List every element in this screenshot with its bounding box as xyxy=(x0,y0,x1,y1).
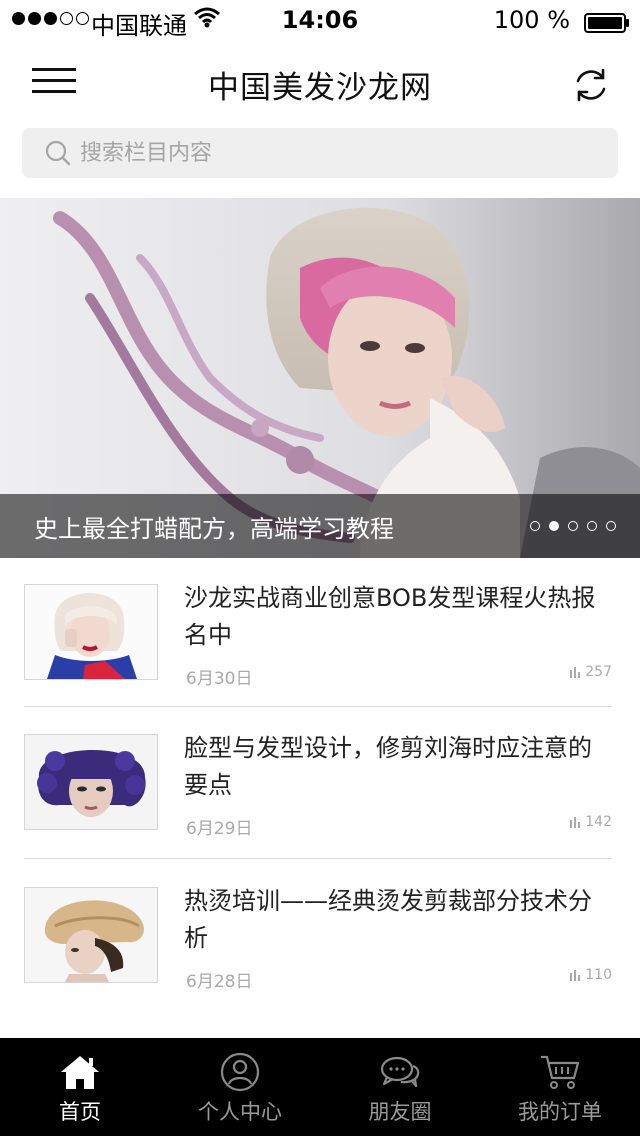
search-bar xyxy=(22,128,618,178)
article-view-count: 257 xyxy=(585,664,612,680)
article-title: 热烫培训——经典烫发剪裁部分技术分析 xyxy=(184,887,592,952)
carousel-dot-active[interactable] xyxy=(549,521,559,531)
carousel-dot[interactable] xyxy=(606,521,616,531)
article-title: 脸型与发型设计，修剪刘海时应注意的要点 xyxy=(184,734,592,799)
battery-icon xyxy=(584,11,629,33)
article-views: 110 xyxy=(570,967,612,983)
refresh-icon xyxy=(576,68,606,102)
user-icon xyxy=(220,1052,260,1092)
article-title: 沙龙实战商业创意BOB发型课程火热报名中 xyxy=(184,584,596,649)
banner-carousel[interactable]: 史上最全打蜡配方，高端学习教程 xyxy=(0,198,640,558)
list-item[interactable]: 热烫培训——经典烫发剪裁部分技术分析 6月28日 110 xyxy=(24,861,612,1011)
carousel-dot[interactable] xyxy=(587,521,597,531)
divider xyxy=(24,858,612,859)
article-date: 6月29日 xyxy=(186,819,253,839)
search-input[interactable] xyxy=(80,128,600,178)
bottom-tab-bar: 首页 个人中心 朋友圈 我的订单 xyxy=(0,1038,640,1136)
tab-label: 朋友圈 xyxy=(368,1100,432,1124)
battery-percentage: 100 % xyxy=(493,6,570,34)
carousel-dot[interactable] xyxy=(530,521,540,531)
article-date: 6月28日 xyxy=(186,972,253,992)
article-view-count: 142 xyxy=(585,814,612,830)
views-bar-icon xyxy=(570,817,581,828)
divider xyxy=(24,706,612,707)
views-bar-icon xyxy=(570,970,581,981)
search-icon xyxy=(45,140,71,166)
banner-caption: 史上最全打蜡配方，高端学习教程 xyxy=(0,494,640,558)
page-title: 中国美发沙龙网 xyxy=(208,70,432,106)
article-view-count: 110 xyxy=(585,967,612,983)
shopping-cart-icon xyxy=(541,1055,580,1089)
list-item[interactable]: 脸型与发型设计，修剪刘海时应注意的要点 6月29日 142 xyxy=(24,708,612,858)
refresh-button[interactable] xyxy=(570,64,612,106)
tab-label: 我的订单 xyxy=(518,1100,602,1124)
carousel-indicators xyxy=(530,521,616,531)
tab-orders[interactable]: 我的订单 xyxy=(480,1038,640,1136)
banner-title: 史上最全打蜡配方，高端学习教程 xyxy=(34,515,394,543)
app-screen: 中国联通 14:06 100 % 中国美发沙龙网 搜索栏目内容 史上最全打蜡配方… xyxy=(0,0,640,1136)
article-views: 142 xyxy=(570,814,612,830)
tab-label: 首页 xyxy=(59,1100,101,1124)
article-views: 257 xyxy=(570,664,612,680)
article-thumbnail xyxy=(24,887,158,983)
article-date: 6月30日 xyxy=(186,669,253,689)
navigation-bar: 中国美发沙龙网 xyxy=(0,40,640,124)
tab-moments[interactable]: 朋友圈 xyxy=(320,1038,480,1136)
chat-bubbles-icon xyxy=(380,1056,420,1088)
tab-label: 个人中心 xyxy=(198,1100,282,1124)
article-thumbnail xyxy=(24,584,158,680)
status-bar: 中国联通 14:06 100 % xyxy=(0,0,640,40)
carousel-dot[interactable] xyxy=(568,521,578,531)
tab-home[interactable]: 首页 xyxy=(0,1038,160,1136)
views-bar-icon xyxy=(570,667,581,678)
list-item[interactable]: 沙龙实战商业创意BOB发型课程火热报名中 6月30日 257 xyxy=(24,558,612,708)
home-icon xyxy=(61,1056,99,1089)
article-thumbnail xyxy=(24,734,158,830)
tab-profile[interactable]: 个人中心 xyxy=(160,1038,320,1136)
